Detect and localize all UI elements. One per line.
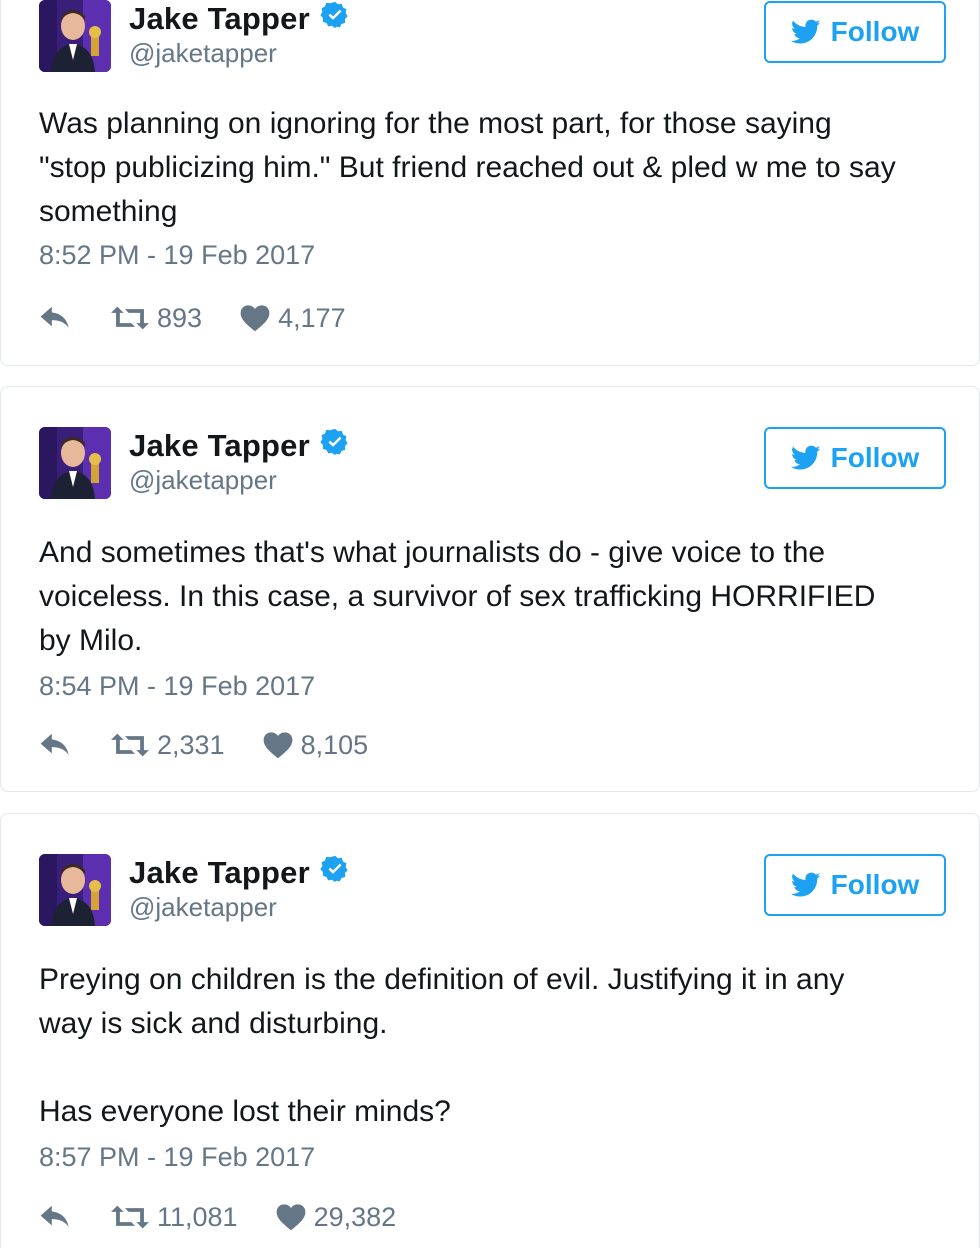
like-count: 4,177 [278, 302, 346, 333]
retweet-button[interactable]: 893 [111, 303, 202, 334]
follow-label: Follow [830, 16, 920, 47]
retweet-icon [111, 733, 149, 757]
tweet-actions: 11,081 29,382 [39, 1197, 396, 1237]
like-count: 29,382 [313, 1201, 397, 1232]
reply-button[interactable] [39, 304, 73, 332]
twitter-bird-icon [790, 445, 821, 470]
display-name[interactable]: Jake Tapper [129, 855, 310, 891]
reply-icon [40, 1205, 69, 1227]
tweet-actions: 893 4,177 [39, 298, 346, 338]
author-info: Jake Tapper @jaketapper [129, 428, 350, 496]
follow-label: Follow [830, 869, 920, 900]
timestamp[interactable]: 8:54 PM - 19 Feb 2017 [39, 671, 315, 702]
retweet-count: 893 [157, 302, 203, 333]
tweet-text: And sometimes that's what journalists do… [39, 536, 876, 657]
reply-icon [40, 733, 69, 755]
heart-icon [263, 732, 292, 759]
heart-icon [276, 1204, 305, 1231]
heart-icon [240, 305, 270, 332]
handle[interactable]: @jaketapper [129, 465, 350, 496]
retweet-count: 11,081 [157, 1201, 238, 1232]
follow-button[interactable]: Follow [764, 427, 946, 489]
verified-badge-icon [320, 428, 348, 456]
like-button[interactable]: 29,382 [276, 1201, 397, 1233]
retweet-icon [111, 1205, 149, 1229]
display-name[interactable]: Jake Tapper [129, 428, 310, 464]
twitter-bird-icon [790, 872, 821, 897]
avatar[interactable] [39, 427, 111, 499]
tweet-actions: 2,331 8,105 [39, 725, 368, 765]
verified-badge-icon [320, 855, 348, 883]
like-button[interactable]: 8,105 [263, 729, 369, 761]
twitter-bird-icon [790, 19, 821, 44]
handle[interactable]: @jaketapper [129, 38, 350, 69]
verified-badge-icon [320, 1, 348, 29]
author-info: Jake Tapper @jaketapper [129, 1, 350, 69]
tweet-card: Jake Tapper @jaketapper Follow Preying o… [0, 813, 980, 1248]
retweet-button[interactable]: 2,331 [111, 730, 225, 761]
author-info: Jake Tapper @jaketapper [129, 855, 350, 923]
retweet-icon [111, 306, 149, 330]
reply-button[interactable] [39, 731, 73, 759]
reply-button[interactable] [39, 1203, 73, 1231]
timestamp[interactable]: 8:52 PM - 19 Feb 2017 [39, 240, 315, 271]
avatar[interactable] [39, 854, 111, 926]
retweet-button[interactable]: 11,081 [111, 1202, 238, 1233]
follow-button[interactable]: Follow [764, 1, 946, 63]
handle[interactable]: @jaketapper [129, 892, 350, 923]
avatar[interactable] [39, 0, 111, 72]
follow-button[interactable]: Follow [764, 854, 946, 916]
like-button[interactable]: 4,177 [240, 303, 346, 334]
tweet-text: Preying on children is the definition of… [39, 963, 845, 1128]
tweet-text: Was planning on ignoring for the most pa… [39, 107, 896, 228]
tweet-card: Jake Tapper @jaketapper Follow And somet… [0, 386, 980, 792]
display-name[interactable]: Jake Tapper [129, 1, 310, 37]
tweet-card: Jake Tapper @jaketapper Follow Was plann… [0, 0, 980, 366]
retweet-count: 2,331 [157, 729, 225, 760]
follow-label: Follow [830, 442, 920, 473]
timestamp[interactable]: 8:57 PM - 19 Feb 2017 [39, 1142, 315, 1173]
reply-icon [40, 306, 69, 328]
like-count: 8,105 [300, 729, 369, 760]
